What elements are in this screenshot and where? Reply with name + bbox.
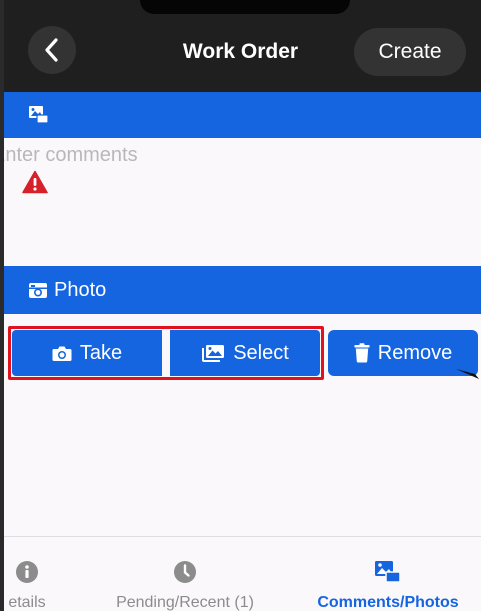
info-icon	[16, 560, 38, 583]
tab-comments-photos[interactable]: Comments/Photos	[298, 537, 478, 611]
tab-comments-photos-label: Comments/Photos	[317, 594, 459, 611]
clock-icon	[174, 560, 196, 583]
select-photo-button[interactable]: Select	[170, 330, 320, 376]
take-label: Take	[79, 341, 123, 364]
remove-label: Remove	[377, 341, 453, 364]
camera-retro-icon	[29, 283, 47, 298]
tab-details[interactable]: etails	[0, 537, 72, 611]
photo-section-label: Photo	[54, 278, 107, 301]
photo-actions: Take Select Remove	[0, 322, 481, 382]
select-label: Select	[233, 341, 289, 364]
bottom-tab-bar: etails Pending/Recent (1) Comments/Photo…	[0, 536, 481, 611]
device-notch	[140, 0, 350, 14]
tab-pending-recent-label: Pending/Recent (1)	[116, 594, 254, 611]
trash-icon	[354, 343, 370, 363]
photo-section-header: Photo	[0, 266, 481, 314]
nav-header: Work Order Create	[0, 0, 481, 92]
camera-icon	[52, 346, 72, 361]
tab-pending-recent[interactable]: Pending/Recent (1)	[100, 537, 270, 611]
take-photo-button[interactable]: Take	[12, 330, 162, 376]
warning-icon	[22, 170, 48, 194]
photos-icon	[375, 560, 401, 583]
create-button[interactable]: Create	[354, 28, 466, 76]
device-frame-left	[0, 0, 4, 611]
comments-section-header	[0, 92, 481, 138]
mouse-cursor-icon	[456, 369, 479, 379]
photos-icon	[29, 106, 49, 124]
app-screen: Work Order Create Photo	[0, 0, 481, 611]
images-icon	[202, 345, 225, 362]
tab-details-label: etails	[8, 594, 46, 611]
comments-input[interactable]	[0, 138, 481, 264]
